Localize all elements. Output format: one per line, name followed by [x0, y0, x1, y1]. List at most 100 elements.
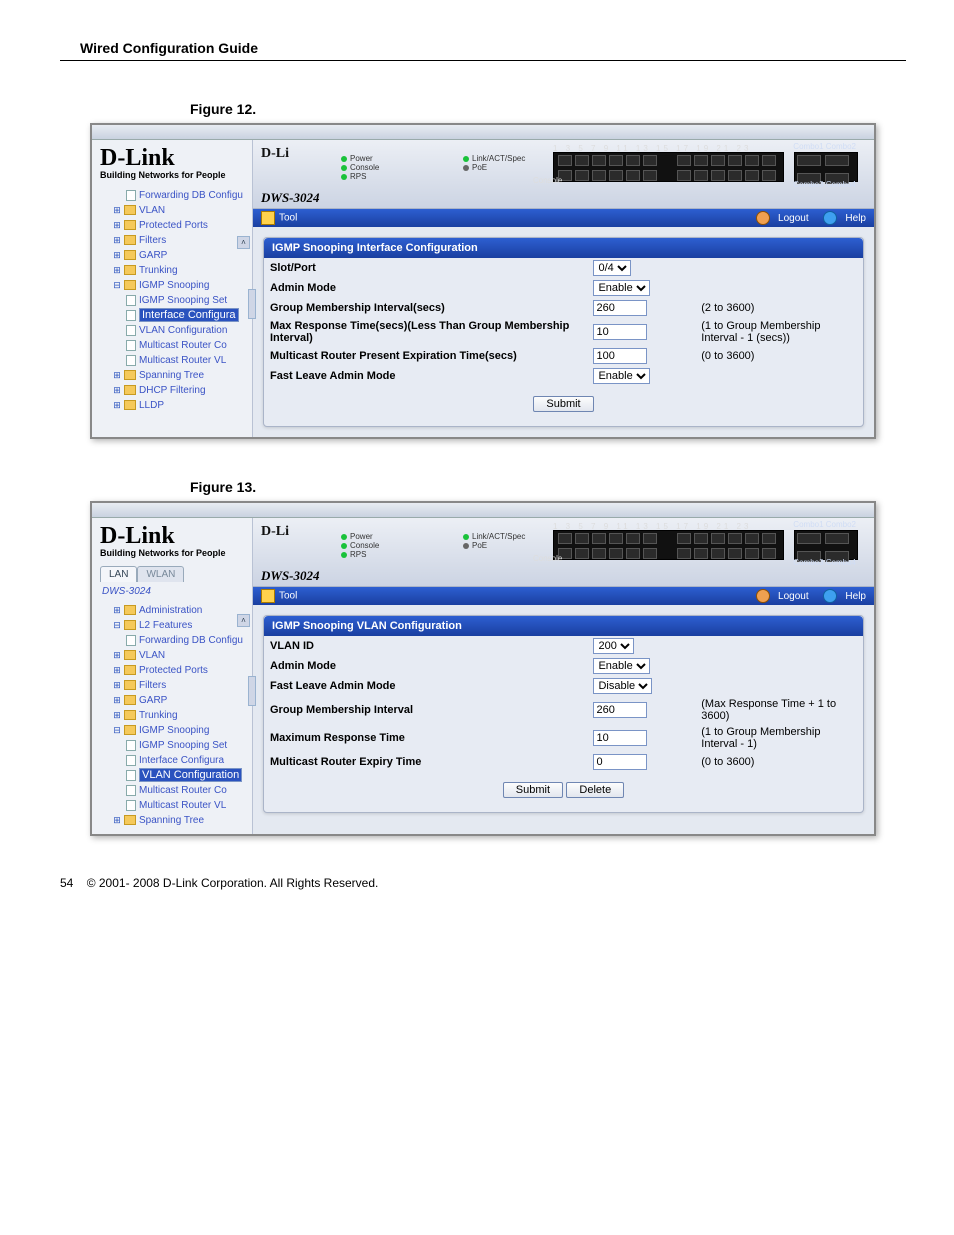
figure13: D-Link Building Networks for People ˄ LA…: [90, 501, 876, 836]
logout-link[interactable]: Logout: [750, 213, 809, 224]
field-select[interactable]: 0/4: [593, 260, 631, 276]
field-hint: [695, 278, 863, 298]
page-icon: [126, 755, 136, 766]
page-footer: 54 © 2001- 2008 D-Link Corporation. All …: [60, 876, 906, 890]
tree-item[interactable]: ⊞Protected Ports: [100, 663, 248, 678]
folder-icon: [124, 280, 136, 290]
tree-item[interactable]: Interface Configura: [100, 753, 248, 768]
tree-item[interactable]: ⊞Administration: [100, 603, 248, 618]
tree-item[interactable]: ⊞Trunking: [100, 263, 248, 278]
tree-item[interactable]: ⊞DHCP Filtering: [100, 383, 248, 398]
tree-item[interactable]: ⊞Protected Ports: [100, 218, 248, 233]
tree-item[interactable]: ⊞GARP: [100, 248, 248, 263]
tree-item[interactable]: Interface Configura: [100, 308, 248, 323]
field-select[interactable]: 200: [593, 638, 634, 654]
tree-item[interactable]: Multicast Router Co: [100, 338, 248, 353]
tree-item[interactable]: ⊞Filters: [100, 233, 248, 248]
tree-item[interactable]: Forwarding DB Configu: [100, 188, 248, 203]
field-hint: (1 to Group Membership Interval - 1 (sec…: [695, 318, 863, 346]
field-label: Group Membership Interval: [264, 696, 587, 724]
tree-item[interactable]: ⊞LLDP: [100, 398, 248, 413]
form-row: Maximum Response Time(1 to Group Members…: [264, 724, 863, 752]
field-input[interactable]: [593, 324, 647, 340]
scroll-up-icon[interactable]: ˄: [237, 236, 250, 249]
field-input[interactable]: [593, 730, 647, 746]
field-select[interactable]: Enable: [593, 368, 650, 384]
submit-button[interactable]: Submit: [503, 782, 563, 798]
page-icon: [126, 740, 136, 751]
tool-icon[interactable]: [261, 589, 275, 603]
page-icon: [126, 325, 136, 336]
logout-icon: [756, 589, 770, 603]
help-link[interactable]: Help: [817, 591, 866, 602]
folder-icon: [124, 400, 136, 410]
logout-link[interactable]: Logout: [750, 591, 809, 602]
tree-item[interactable]: ⊞GARP: [100, 693, 248, 708]
nav-tree: Forwarding DB Configu⊞VLAN⊞Protected Por…: [100, 188, 248, 413]
tab-wlan[interactable]: WLAN: [137, 566, 184, 582]
port-panel[interactable]: [553, 152, 784, 182]
splitter-handle[interactable]: [248, 676, 256, 706]
tree-item[interactable]: Multicast Router VL: [100, 798, 248, 813]
field-hint: (0 to 3600): [695, 346, 863, 366]
help-icon: [823, 211, 837, 225]
field-input[interactable]: [593, 702, 647, 718]
tool-label[interactable]: Tool: [279, 213, 297, 224]
tree-item[interactable]: ⊞VLAN: [100, 203, 248, 218]
tree-item[interactable]: Multicast Router Co: [100, 783, 248, 798]
tree-item[interactable]: IGMP Snooping Set: [100, 738, 248, 753]
tree-item[interactable]: ⊞VLAN: [100, 648, 248, 663]
field-select[interactable]: Enable: [593, 280, 650, 296]
tree-item[interactable]: ⊟L2 Features: [100, 618, 248, 633]
panel-title: IGMP Snooping Interface Configuration: [264, 238, 863, 258]
mini-logo: D-Li: [261, 524, 289, 539]
field-input[interactable]: [593, 754, 647, 770]
status-leds: Power Console RPS: [341, 532, 379, 559]
device-root[interactable]: DWS-3024: [102, 586, 248, 597]
sidebar-tabs: LANWLAN: [100, 566, 248, 582]
tree-item[interactable]: ⊟IGMP Snooping: [100, 278, 248, 293]
delete-button[interactable]: Delete: [566, 782, 624, 798]
field-hint: [695, 676, 863, 696]
tree-item[interactable]: ⊞Filters: [100, 678, 248, 693]
tree-item[interactable]: ⊞Trunking: [100, 708, 248, 723]
tree-item[interactable]: ⊞Spanning Tree: [100, 368, 248, 383]
tool-icon[interactable]: [261, 211, 275, 225]
tool-label[interactable]: Tool: [279, 591, 297, 602]
field-select[interactable]: Enable: [593, 658, 650, 674]
sidebar: D-Link Building Networks for People ˄ LA…: [92, 518, 253, 834]
page-icon: [126, 800, 136, 811]
field-hint: [695, 258, 863, 278]
help-link[interactable]: Help: [817, 213, 866, 224]
tree-item[interactable]: VLAN Configuration: [100, 768, 248, 783]
combo-label-top: Combo1 Combo2: [793, 142, 856, 151]
submit-button[interactable]: Submit: [533, 396, 593, 412]
nav-tree: ⊞Administration⊟L2 FeaturesForwarding DB…: [100, 603, 248, 828]
form-row: Fast Leave Admin ModeEnable: [264, 366, 863, 386]
field-hint: [695, 366, 863, 386]
folder-icon: [124, 725, 136, 735]
tab-lan[interactable]: LAN: [100, 566, 137, 582]
page-icon: [126, 310, 136, 321]
field-hint: (Max Response Time + 1 to 3600): [695, 696, 863, 724]
tree-item[interactable]: VLAN Configuration: [100, 323, 248, 338]
field-input[interactable]: [593, 300, 647, 316]
combo-ports[interactable]: [794, 152, 858, 182]
field-input[interactable]: [593, 348, 647, 364]
status-leds-2: Link/ACT/Spec PoE: [463, 154, 525, 172]
tree-item[interactable]: IGMP Snooping Set: [100, 293, 248, 308]
folder-icon: [124, 220, 136, 230]
tree-item[interactable]: ⊞Spanning Tree: [100, 813, 248, 828]
mini-logo: D-Li: [261, 146, 289, 161]
scroll-up-icon[interactable]: ˄: [237, 614, 250, 627]
tree-item[interactable]: ⊟IGMP Snooping: [100, 723, 248, 738]
help-icon: [823, 589, 837, 603]
tree-item[interactable]: Forwarding DB Configu: [100, 633, 248, 648]
splitter-handle[interactable]: [248, 289, 256, 319]
header-rule: [60, 60, 906, 61]
port-panel[interactable]: [553, 530, 784, 560]
tree-item[interactable]: Multicast Router VL: [100, 353, 248, 368]
field-select[interactable]: Disable: [593, 678, 652, 694]
combo-ports[interactable]: [794, 530, 858, 560]
toolbar: Tool Logout Help: [253, 209, 874, 227]
